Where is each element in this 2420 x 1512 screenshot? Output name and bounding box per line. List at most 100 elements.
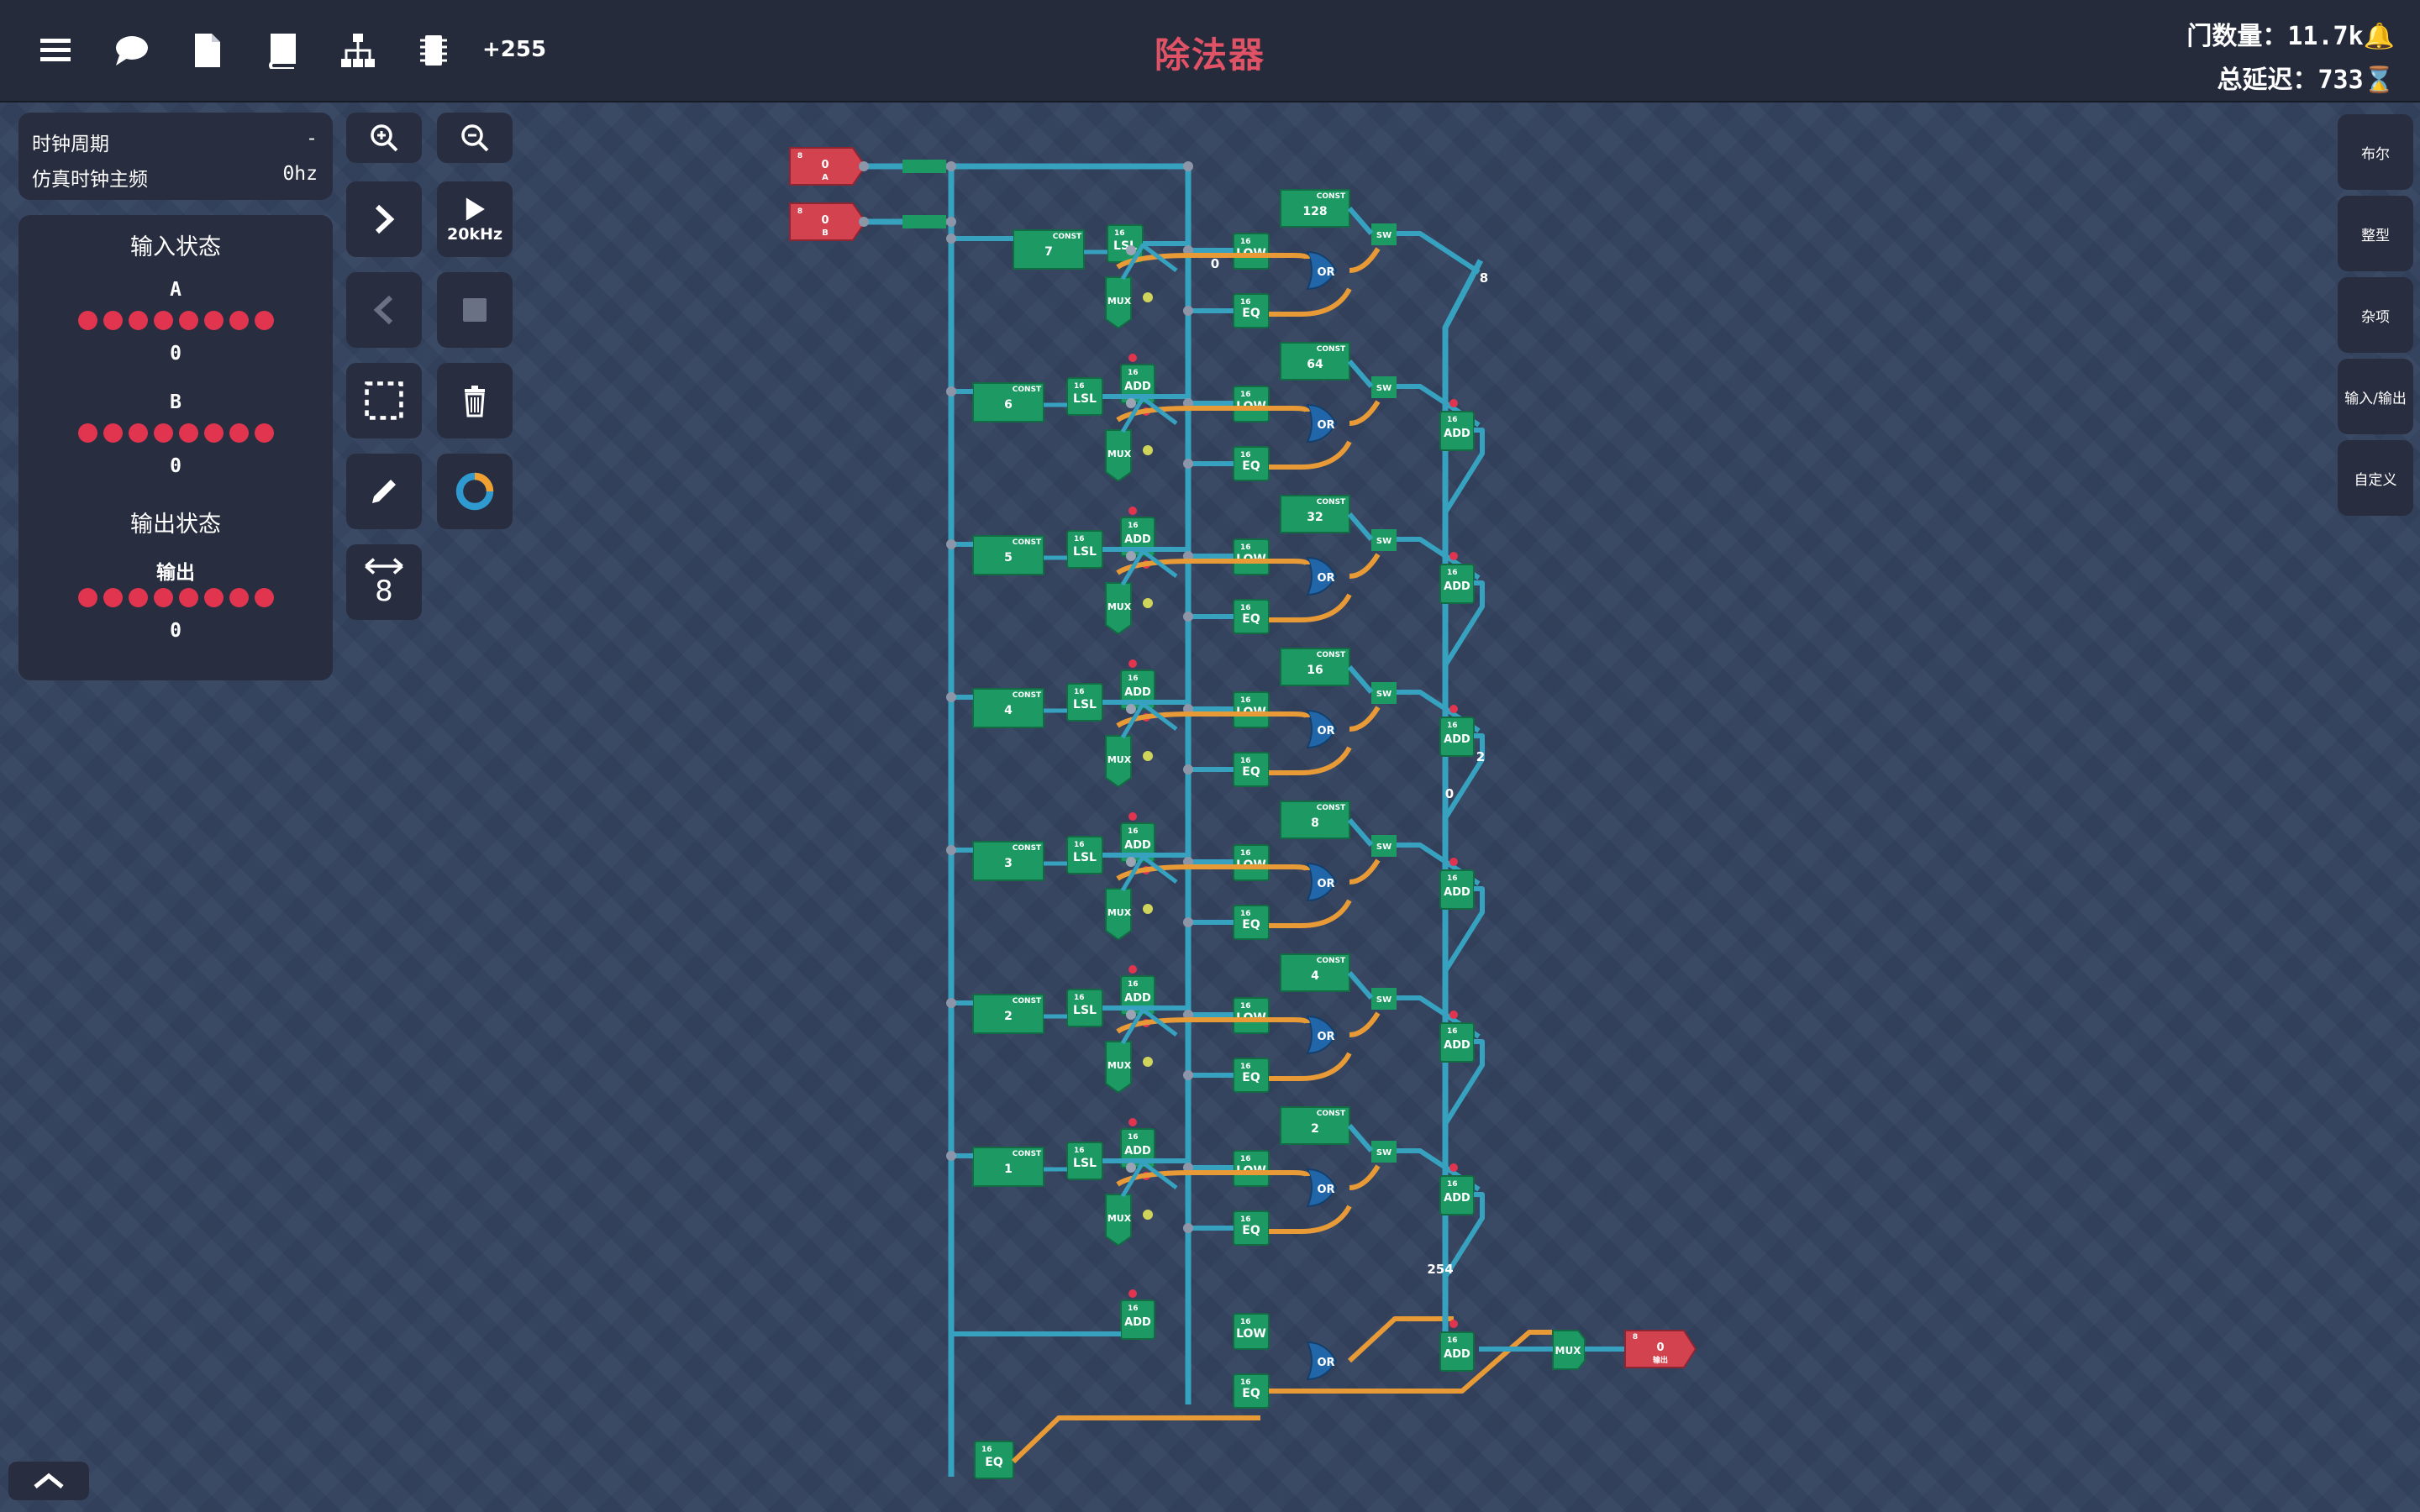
wire-ctrl-eq: [1269, 440, 1352, 470]
wire-node: [1143, 904, 1153, 914]
wire-value-e: 0: [1445, 786, 1454, 801]
low-gate-3-width: 16: [1240, 696, 1251, 705]
wire-sw: [1347, 360, 1374, 388]
lsl-gate-5-label: LSL: [1073, 1004, 1097, 1017]
add-gate-6-label: ADD: [1124, 1145, 1151, 1158]
or-label-4: OR: [1317, 878, 1334, 890]
or-label-3: OR: [1317, 725, 1334, 738]
wire-ctrl-or: [1349, 400, 1381, 426]
wire-ctrl-or: [1349, 247, 1381, 273]
wire-sw: [1347, 1124, 1374, 1152]
wire-node: [1143, 1210, 1153, 1220]
wire-sw: [1347, 971, 1374, 1000]
wire-node: [946, 1151, 956, 1161]
wire-ctrl-or: [1349, 706, 1381, 732]
eq-gate-1-label: EQ: [1242, 459, 1260, 473]
add-gate-4-label: ADD: [1124, 839, 1151, 852]
circuit-canvas[interactable]: 0A80B8CONST7 LSL16MUXLOW16EQ16CONST128ORS…: [0, 0, 2420, 1512]
shift-const-tag-2: CONST: [1013, 538, 1042, 547]
eq-gate-2-width: 16: [1240, 604, 1251, 612]
shift-const-value-1: 6: [1004, 398, 1013, 412]
wire-node: [946, 692, 956, 702]
add-carry-2: [1128, 507, 1137, 515]
lsl-gate-3-label: LSL: [1073, 698, 1097, 711]
input-b-block-value: 0: [821, 214, 829, 227]
wire-ctrl-or: [1349, 858, 1381, 885]
wire-ctrl-eq: [1269, 287, 1352, 317]
bit-const-tag-3: CONST: [1317, 651, 1346, 659]
lsl-gate-6-label: LSL: [1073, 1157, 1097, 1170]
low-gate-0-width: 16: [1240, 238, 1251, 246]
bit-const-tag-5: CONST: [1317, 957, 1346, 965]
low-gate-2-width: 16: [1240, 543, 1251, 552]
add-carry-1: [1128, 354, 1137, 362]
input-b-block-width: 8: [797, 207, 802, 216]
mux-label-0: MUX: [1107, 296, 1132, 307]
eq-gate-bottom-label: EQ: [985, 1456, 1003, 1469]
acc-carry-1: [1449, 399, 1458, 407]
shift-const-value-0: 7: [1044, 245, 1053, 259]
add-carry-3: [1128, 659, 1137, 668]
wire-ctrl-eq: [1269, 746, 1352, 775]
wire-sw: [1347, 207, 1374, 235]
mux-label-2: MUX: [1107, 601, 1132, 612]
wire-node: [1126, 1163, 1136, 1173]
wire-ctrl-eq: [1269, 593, 1352, 622]
shift-const-value-5: 2: [1004, 1010, 1013, 1023]
output-block-value: 0: [1656, 1341, 1664, 1354]
lsl-gate-4-width: 16: [1074, 841, 1085, 849]
bit-const-value-0: 128: [1302, 205, 1327, 218]
acc-add-3-width: 16: [1447, 722, 1458, 730]
wire-node: [946, 539, 956, 549]
eq-gate-2-label: EQ: [1242, 612, 1260, 626]
splitter-a: [902, 160, 946, 173]
switch-label-4: SW: [1376, 843, 1392, 852]
output-mux-label: MUX: [1555, 1345, 1582, 1357]
wire-node: [946, 845, 956, 855]
wire-node: [946, 217, 956, 227]
lsl-gate-6-width: 16: [1074, 1147, 1085, 1155]
wire-sw-out: [1397, 231, 1481, 275]
add-gate-2-width: 16: [1128, 522, 1139, 530]
low-gate-1-width: 16: [1240, 391, 1251, 399]
add-gate-3-label: ADD: [1124, 686, 1151, 699]
bit-const-tag-1: CONST: [1317, 345, 1346, 354]
switch-label-1: SW: [1376, 384, 1392, 393]
shift-const-value-2: 5: [1004, 551, 1013, 564]
acc-add-1-label: ADD: [1444, 428, 1470, 440]
wire-ctrl-eq: [1269, 1205, 1352, 1234]
wire-ctrl-eq: [1269, 899, 1352, 928]
acc-add-2-width: 16: [1447, 569, 1458, 577]
bit-const-value-2: 32: [1307, 511, 1323, 524]
input-a-block-value: 0: [821, 159, 829, 171]
shift-const-tag-1: CONST: [1013, 386, 1042, 394]
bit-const-value-5: 4: [1311, 969, 1319, 983]
lsl-gate-0-width: 16: [1114, 229, 1125, 238]
wire-node: [859, 217, 869, 227]
acc-add-3-label: ADD: [1444, 733, 1470, 746]
lsl-gate-1-width: 16: [1074, 382, 1085, 391]
shift-const-value-4: 3: [1004, 857, 1013, 870]
wire-node: [1126, 1010, 1136, 1020]
acc-add-6-label: ADD: [1444, 1192, 1470, 1205]
low-gate-final-label: LOW: [1236, 1327, 1266, 1341]
shift-const-tag-5: CONST: [1013, 997, 1042, 1005]
eq-gate-4-width: 16: [1240, 910, 1251, 918]
switch-label-0: SW: [1376, 231, 1392, 240]
shift-const-tag-4: CONST: [1013, 844, 1042, 853]
eq-gate-5-width: 16: [1240, 1063, 1251, 1071]
add-gate-4-width: 16: [1128, 827, 1139, 836]
add-gate-1-width: 16: [1128, 369, 1139, 377]
low-gate-final-width: 16: [1240, 1318, 1251, 1326]
lsl-gate-4-label: LSL: [1073, 851, 1097, 864]
wire-node: [1126, 704, 1136, 714]
mux-label-1: MUX: [1107, 449, 1132, 459]
eq-gate-final-label: EQ: [1242, 1387, 1260, 1400]
output-block-width: 8: [1633, 1333, 1638, 1341]
wire-node: [1183, 161, 1193, 171]
bit-const-value-3: 16: [1307, 664, 1323, 677]
wire-ctrl-or: [1349, 553, 1381, 579]
bit-const-tag-6: CONST: [1317, 1110, 1346, 1118]
bit-const-value-6: 2: [1311, 1122, 1319, 1136]
or-label-5: OR: [1317, 1031, 1334, 1043]
